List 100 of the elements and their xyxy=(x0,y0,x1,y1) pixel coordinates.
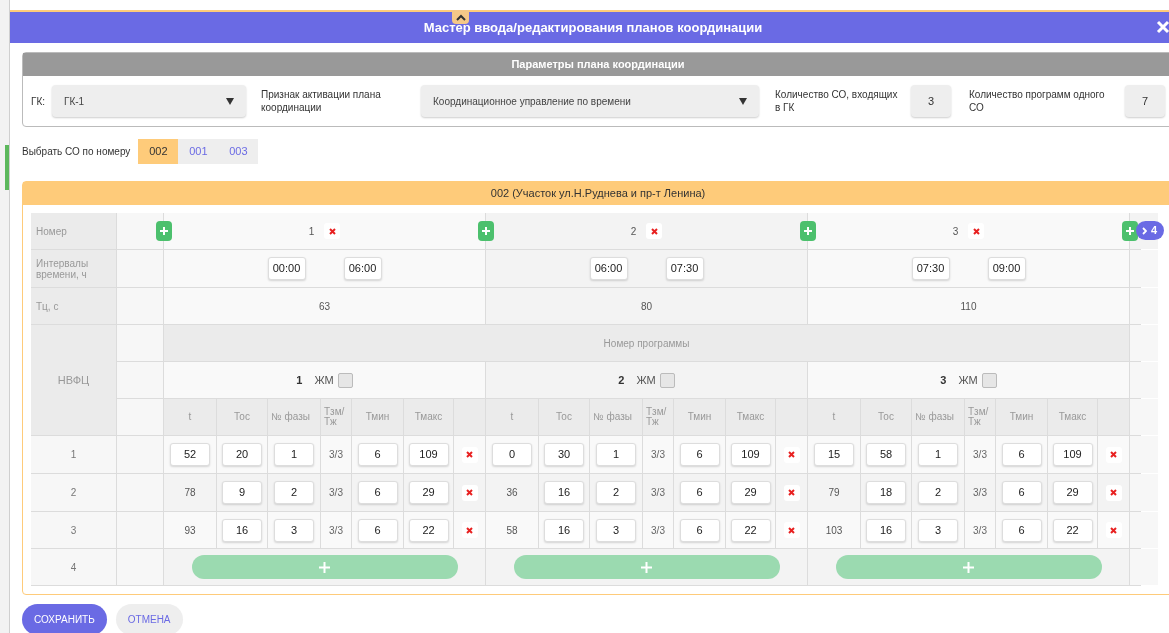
input-field[interactable]: 109 xyxy=(730,443,771,466)
plus-icon xyxy=(482,227,490,235)
delete-button[interactable] xyxy=(1105,446,1122,463)
input-field[interactable]: 16 xyxy=(222,518,262,542)
column-header: № фазы xyxy=(590,399,642,435)
column-header: Тзм/ Тж xyxy=(643,399,673,435)
input-field[interactable]: 9 xyxy=(222,481,262,504)
input-field[interactable]: 29 xyxy=(408,481,449,504)
status-indicator xyxy=(5,145,9,190)
column-header: Тос xyxy=(861,399,911,435)
input-field[interactable]: 06:00 xyxy=(343,257,382,280)
input-field[interactable]: 6 xyxy=(1001,481,1042,504)
input-field[interactable]: 20 xyxy=(222,443,262,466)
input-field[interactable]: 29 xyxy=(730,481,771,504)
input-field[interactable]: 2 xyxy=(918,481,958,504)
checkbox[interactable] xyxy=(337,372,353,388)
input-field[interactable]: 6 xyxy=(679,443,720,466)
so-tab[interactable]: 003 xyxy=(218,139,259,164)
program-number: 3 xyxy=(940,372,947,388)
input-field[interactable]: 6 xyxy=(1001,518,1042,542)
table-cell: 103 xyxy=(808,512,860,548)
input-field[interactable]: 16 xyxy=(544,518,584,542)
delete-button[interactable] xyxy=(1105,484,1122,501)
collapse-tab[interactable] xyxy=(452,10,469,24)
input-field[interactable]: 6 xyxy=(679,518,720,542)
table-cell xyxy=(1130,399,1158,435)
input-field[interactable]: 29 xyxy=(1052,481,1093,504)
input-field[interactable]: 52 xyxy=(170,443,210,466)
input-field[interactable]: 1 xyxy=(918,443,958,466)
plus-icon xyxy=(1126,227,1134,235)
close-button[interactable] xyxy=(1154,18,1169,36)
input-field[interactable]: 58 xyxy=(866,443,906,466)
delete-button[interactable] xyxy=(1105,522,1122,538)
delete-button[interactable] xyxy=(646,223,663,239)
input-field[interactable]: 3 xyxy=(274,518,314,542)
plan-number: 1 xyxy=(308,224,315,239)
delete-button[interactable] xyxy=(461,484,478,501)
activation-select[interactable]: Координационное управление по времени xyxy=(421,85,760,117)
input-field[interactable]: 109 xyxy=(1052,443,1093,466)
input-field[interactable]: 06:00 xyxy=(589,257,628,280)
input-field[interactable]: 6 xyxy=(357,481,398,504)
so-tab[interactable]: 002 xyxy=(138,139,179,164)
delete-button[interactable] xyxy=(968,223,985,239)
table-cell xyxy=(117,512,163,548)
input-field[interactable]: 00:00 xyxy=(267,257,306,280)
delete-button[interactable] xyxy=(461,522,478,538)
field-label: ГК: xyxy=(31,94,46,109)
delete-button[interactable] xyxy=(783,484,800,501)
delete-button[interactable] xyxy=(324,223,341,239)
add-button[interactable] xyxy=(156,221,172,241)
count-field[interactable]: 7 xyxy=(1125,85,1166,117)
dropdown-arrow-icon xyxy=(226,97,235,105)
delete-button[interactable] xyxy=(461,446,478,463)
cycle-value: 80 xyxy=(486,288,807,324)
input-field[interactable]: 30 xyxy=(544,443,584,466)
cycle-value: 110 xyxy=(808,288,1129,324)
input-field[interactable]: 22 xyxy=(1052,518,1093,542)
save-button[interactable]: СОХРАНИТЬ xyxy=(22,604,107,633)
close-icon xyxy=(972,227,980,235)
input-field[interactable]: 09:00 xyxy=(987,257,1026,280)
next-button[interactable]: 4 xyxy=(1136,221,1165,240)
input-field[interactable]: 6 xyxy=(357,443,398,466)
table-cell: 78 xyxy=(164,474,216,511)
input-field[interactable]: 3 xyxy=(918,518,958,542)
input-field[interactable]: 109 xyxy=(408,443,449,466)
input-field[interactable]: 6 xyxy=(1001,443,1042,466)
input-field[interactable]: 22 xyxy=(408,518,449,542)
checkbox[interactable] xyxy=(659,372,675,388)
add-button[interactable] xyxy=(478,221,494,241)
input-field[interactable]: 2 xyxy=(274,481,314,504)
count-field[interactable]: 3 xyxy=(911,85,952,117)
column-header: № фазы xyxy=(268,399,320,435)
input-field[interactable]: 2 xyxy=(596,481,636,504)
so-tab[interactable]: 001 xyxy=(178,139,219,164)
input-field[interactable]: 18 xyxy=(866,481,906,504)
cancel-button[interactable]: ОТМЕНА xyxy=(115,604,183,633)
input-field[interactable]: 6 xyxy=(679,481,720,504)
delete-button[interactable] xyxy=(783,522,800,538)
checkbox[interactable] xyxy=(981,372,997,388)
input-field[interactable]: 15 xyxy=(814,443,854,466)
table-cell: 3/3 xyxy=(321,436,351,473)
input-field[interactable]: 1 xyxy=(274,443,314,466)
gk-select[interactable]: ГК-1 xyxy=(52,85,247,117)
table-cell: 79 xyxy=(808,474,860,511)
chevron-up-icon xyxy=(455,13,466,21)
input-field[interactable]: 07:30 xyxy=(911,257,950,280)
input-field[interactable]: 16 xyxy=(544,481,584,504)
input-field[interactable]: 07:30 xyxy=(665,257,704,280)
input-field[interactable]: 16 xyxy=(866,518,906,542)
input-field[interactable]: 22 xyxy=(730,518,771,542)
add-button[interactable] xyxy=(1122,221,1138,241)
row-label: Интервалы времени, ч xyxy=(31,250,116,287)
input-field[interactable]: 1 xyxy=(596,443,636,466)
input-field[interactable]: 6 xyxy=(357,518,398,542)
add-button[interactable] xyxy=(800,221,816,241)
column-header: t xyxy=(164,399,216,435)
delete-button[interactable] xyxy=(783,446,800,463)
input-field[interactable]: 0 xyxy=(492,443,532,466)
column-header: Тмакс xyxy=(404,399,453,435)
input-field[interactable]: 3 xyxy=(596,518,636,542)
